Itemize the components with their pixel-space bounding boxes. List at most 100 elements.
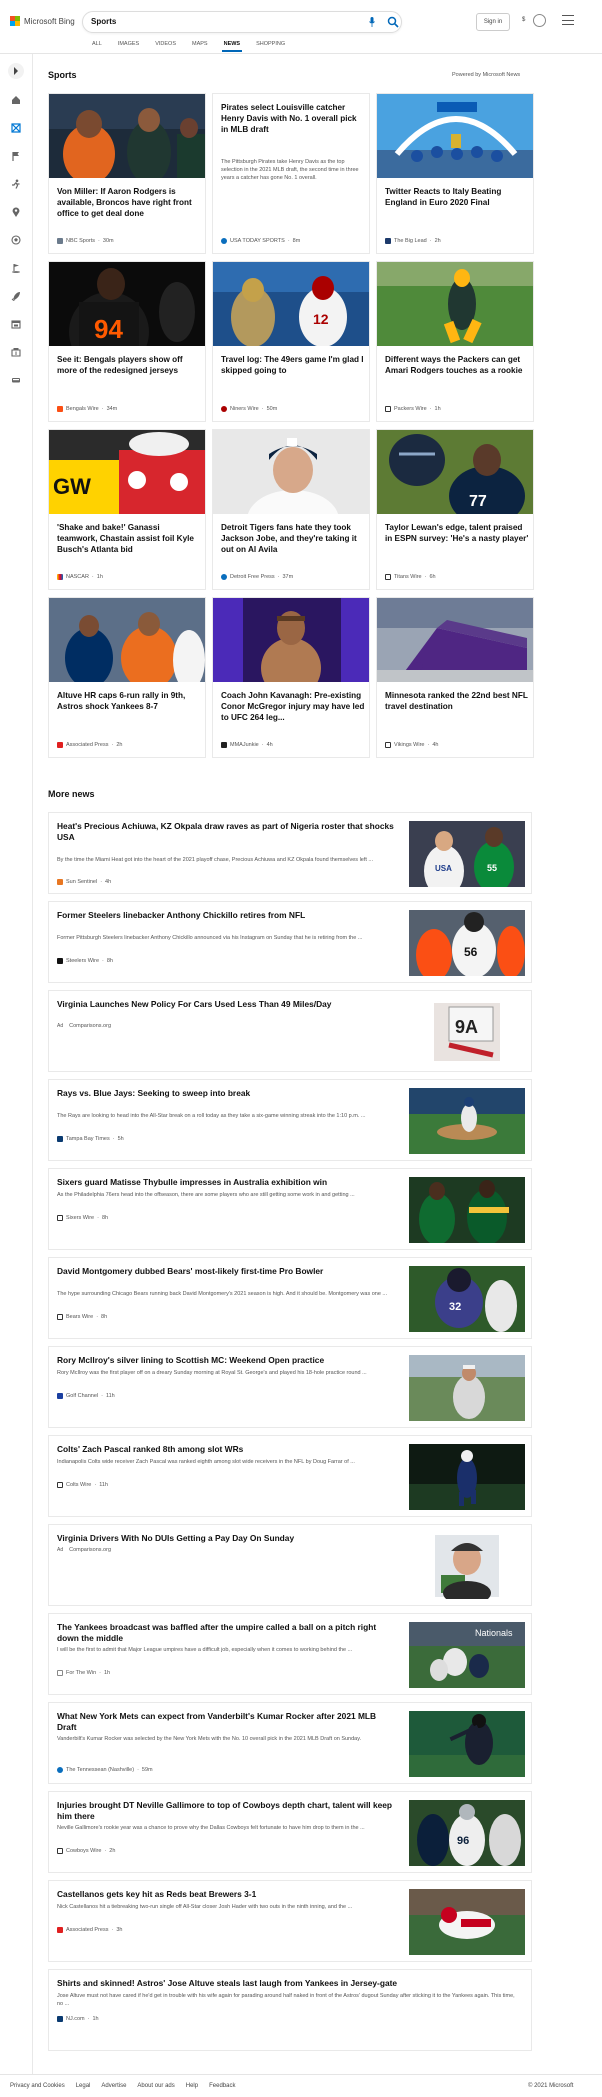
news-card[interactable]: Detroit Tigers fans hate they took Jacks… [212,429,370,590]
news-card[interactable]: 77 Taylor Lewan's edge, talent praised i… [376,429,534,590]
location-pin-icon[interactable] [10,206,22,218]
item-title[interactable]: Virginia Launches New Policy For Cars Us… [57,999,397,1010]
card-title[interactable]: Taylor Lewan's edge, talent praised in E… [385,522,529,544]
footer-link-advertise[interactable]: Advertise [101,2083,126,2089]
tab-shopping[interactable]: SHOPPING [248,41,293,51]
card-title[interactable]: Pirates select Louisville catcher Henry … [221,102,365,135]
list-item[interactable]: Colts' Zach Pascal ranked 8th among slot… [48,1435,532,1517]
card-source: Titans Wire · 6h [385,574,436,580]
microphone-icon[interactable] [369,17,375,27]
news-card[interactable]: Different ways the Packers can get Amari… [376,261,534,422]
card-title[interactable]: Minnesota ranked the 22nd best NFL trave… [385,690,529,712]
source-logo-icon [385,238,391,244]
news-card[interactable]: Coach John Kavanagh: Pre-existing Conor … [212,597,370,758]
expand-arrow-icon[interactable] [8,63,24,79]
source-logo-icon [385,742,391,748]
news-card[interactable]: Von Miller: If Aaron Rodgers is availabl… [48,93,206,254]
news-card[interactable]: Twitter Reacts to Italy Beating England … [376,93,534,254]
list-item[interactable]: Sixers guard Matisse Thybulle impresses … [48,1168,532,1250]
card-title[interactable]: See it: Bengals players show off more of… [57,354,201,376]
card-image: GW [49,430,205,514]
tab-videos[interactable]: VIDEOS [147,41,184,51]
list-item[interactable]: Rory McIlroy's silver lining to Scottish… [48,1346,532,1428]
running-icon[interactable] [10,178,22,190]
rewards-count[interactable]: $ [522,17,525,23]
footer-link-legal[interactable]: Legal [76,2083,91,2089]
bing-logo[interactable]: Microsoft Bing [10,16,75,26]
tab-all[interactable]: ALL [84,41,110,51]
item-title[interactable]: Heat's Precious Achiuwa, KZ Okpala draw … [57,821,397,843]
soccer-ball-icon[interactable] [10,234,22,246]
list-item[interactable]: Heat's Precious Achiuwa, KZ Okpala draw … [48,812,532,894]
item-title[interactable]: Shirts and skinned! Astros' Jose Altuve … [57,1978,517,1989]
calendar-icon[interactable] [10,318,22,330]
source-logo-icon [57,574,63,580]
item-title[interactable]: Former Steelers linebacker Anthony Chick… [57,910,397,921]
list-item[interactable]: What New York Mets can expect from Vande… [48,1702,532,1784]
item-title[interactable]: Rays vs. Blue Jays: Seeking to sweep int… [57,1088,397,1099]
car-icon[interactable] [10,374,22,386]
card-title[interactable]: Different ways the Packers can get Amari… [385,354,529,376]
source-logo-icon [385,574,391,580]
ad-badge: Ad [57,1023,64,1029]
card-title[interactable]: Detroit Tigers fans hate they took Jacks… [221,522,365,555]
list-item[interactable]: Shirts and skinned! Astros' Jose Altuve … [48,1969,532,2051]
puzzle-icon[interactable] [10,122,22,134]
flag-icon[interactable] [10,150,22,162]
footer-link-help[interactable]: Help [186,2083,198,2089]
list-item[interactable]: Former Steelers linebacker Anthony Chick… [48,901,532,983]
list-item-ad[interactable]: Virginia Launches New Policy For Cars Us… [48,990,532,1072]
footer-link-feedback[interactable]: Feedback [209,2083,235,2089]
menu-icon[interactable] [562,15,574,25]
rocket-icon[interactable] [10,290,22,302]
news-card[interactable]: Pirates select Louisville catcher Henry … [212,93,370,254]
tab-maps[interactable]: MAPS [184,41,216,51]
list-item[interactable]: Castellanos gets key hit as Reds beat Br… [48,1880,532,1962]
news-card[interactable]: Altuve HR caps 6-run rally in 9th, Astro… [48,597,206,758]
news-card[interactable]: 94 See it: Bengals players show off more… [48,261,206,422]
item-title[interactable]: Castellanos gets key hit as Reds beat Br… [57,1889,397,1900]
powered-by-label: Powered by Microsoft News [452,72,521,78]
news-card[interactable]: Minnesota ranked the 22nd best NFL trave… [376,597,534,758]
search-icon[interactable] [387,16,399,28]
footer-link-privacy[interactable]: Privacy and Cookies [10,2083,65,2089]
golf-icon[interactable] [10,262,22,274]
tab-images[interactable]: IMAGES [110,41,147,51]
list-item[interactable]: The Yankees broadcast was baffled after … [48,1613,532,1695]
search-box[interactable]: Sports [82,11,402,33]
card-title[interactable]: Von Miller: If Aaron Rodgers is availabl… [57,186,201,219]
item-title[interactable]: Rory McIlroy's silver lining to Scottish… [57,1355,397,1366]
rewards-icon[interactable] [533,14,546,27]
section-title-sports: Sports [48,70,77,80]
search-input[interactable]: Sports [91,17,116,26]
item-source: Sun Sentinel · 4h [57,879,111,885]
news-card[interactable]: GW 'Shake and bake!' Ganassi teamwork, C… [48,429,206,590]
item-description: Rory McIlroy was the first player off on… [57,1370,367,1376]
card-title[interactable]: Twitter Reacts to Italy Beating England … [385,186,529,208]
item-title[interactable]: Virginia Drivers With No DUIs Getting a … [57,1533,397,1544]
item-title[interactable]: What New York Mets can expect from Vande… [57,1711,397,1733]
card-title[interactable]: 'Shake and bake!' Ganassi teamwork, Chas… [57,522,201,555]
item-title[interactable]: The Yankees broadcast was baffled after … [57,1622,397,1644]
signin-button[interactable]: Sign in [476,13,510,31]
list-item[interactable]: David Montgomery dubbed Bears' most-like… [48,1257,532,1339]
news-card[interactable]: 12 Travel log: The 49ers game I'm glad I… [212,261,370,422]
tab-news[interactable]: NEWS [216,41,249,52]
item-thumbnail: 56 [409,910,525,976]
list-item[interactable]: Rays vs. Blue Jays: Seeking to sweep int… [48,1079,532,1161]
card-image [377,262,533,346]
item-title[interactable]: Sixers guard Matisse Thybulle impresses … [57,1177,397,1188]
home-icon[interactable] [10,94,22,106]
card-title[interactable]: Coach John Kavanagh: Pre-existing Conor … [221,690,365,723]
item-title[interactable]: Colts' Zach Pascal ranked 8th among slot… [57,1444,397,1455]
stadium-icon[interactable] [10,346,22,358]
footer-link-about-ads[interactable]: About our ads [137,2083,174,2089]
card-title[interactable]: Travel log: The 49ers game I'm glad I sk… [221,354,365,376]
item-source: Ad Comparisons.org [57,1023,112,1029]
item-title[interactable]: Injuries brought DT Neville Gallimore to… [57,1800,397,1822]
item-description: Jose Altuve must not have cared if he'd … [57,1993,515,2007]
item-title[interactable]: David Montgomery dubbed Bears' most-like… [57,1266,397,1277]
list-item-ad[interactable]: Virginia Drivers With No DUIs Getting a … [48,1524,532,1606]
list-item[interactable]: Injuries brought DT Neville Gallimore to… [48,1791,532,1873]
card-title[interactable]: Altuve HR caps 6-run rally in 9th, Astro… [57,690,201,712]
